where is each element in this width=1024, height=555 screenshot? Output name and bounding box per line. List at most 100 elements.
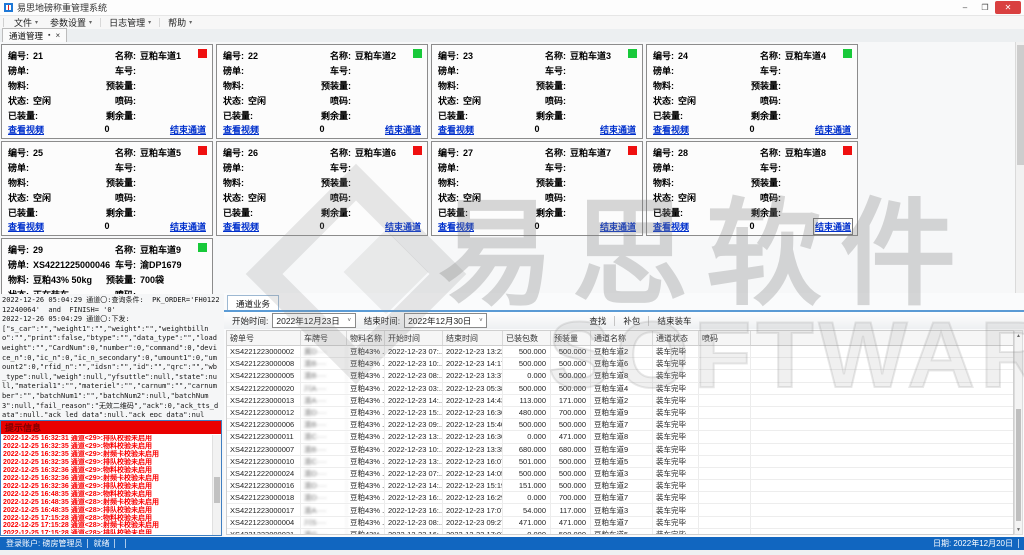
end-channel-link[interactable]: 结束通道	[815, 123, 851, 136]
table-row[interactable]: XS4221223000006渝B····豆粕43% ...2022-12-23…	[227, 419, 1013, 431]
column-header[interactable]: 结束时间	[443, 331, 503, 345]
table-row[interactable]: XS4221223000007渝B····豆粕43% ...2022-12-23…	[227, 444, 1013, 456]
column-header[interactable]: 通道状态	[653, 331, 699, 345]
table-row[interactable]: XS4221222000024渝D····豆粕43% ...2022-12-23…	[227, 468, 1013, 480]
pin-icon[interactable]: ▪	[48, 32, 50, 39]
column-header[interactable]: 车牌号	[301, 331, 347, 345]
table-cell: 2022-12-23 16:07...	[443, 456, 503, 467]
table-row[interactable]: XS4221223000008渝B····豆粕43% ...2022-12-23…	[227, 358, 1013, 370]
column-header[interactable]: 通道名称	[591, 331, 653, 345]
view-video-link[interactable]: 查看视频	[653, 220, 689, 233]
table-cell: 装车完毕	[653, 395, 699, 406]
card-field-row: 状态:空闲喷码:	[432, 94, 642, 108]
table-row[interactable]: XS4221223000005渝B····豆粕43% ...2022-12-23…	[227, 370, 1013, 382]
table-scrollbar[interactable]: ▲ ▼	[1014, 330, 1023, 535]
tab-channel-management[interactable]: 通道管理 ▪ ×	[2, 28, 67, 42]
table-cell: 500.000	[503, 468, 551, 479]
view-video-link[interactable]: 查看视频	[223, 220, 259, 233]
status-date: 日期: 2022年12月20日	[933, 538, 1013, 549]
toolbar-button-0[interactable]: 查找	[583, 315, 612, 327]
table-row[interactable]: XS4221223000010渝C····豆粕43% ...2022-12-23…	[227, 456, 1013, 468]
end-date-value: 2022年12月30日	[408, 315, 471, 327]
cards-scrollbar[interactable]	[1015, 42, 1024, 294]
minimize-button[interactable]: –	[955, 1, 975, 14]
end-channel-link[interactable]: 结束通道	[170, 220, 206, 233]
field-value: 豆粕车道4	[785, 49, 826, 62]
table-cell: XS4221223000012	[227, 407, 301, 418]
table-cell-filler	[751, 407, 1013, 418]
tab-channel-business[interactable]: 通道业务	[227, 295, 279, 311]
restore-button[interactable]: ❐	[975, 1, 995, 14]
table-cell: 豆粕43% ...	[347, 444, 385, 455]
table-cell-filler	[751, 529, 1013, 535]
field-label: 车号:	[217, 161, 351, 174]
alert-line: 2022-12-25 16:32:35 通道<29>:排队校验未启用	[3, 459, 212, 467]
table-cell: 豆粕43% ...	[347, 480, 385, 491]
card-field-row: 已装量:剩余量:	[217, 109, 427, 123]
field-label: 车号:	[647, 64, 781, 77]
table-row[interactable]: XS4221222000020川A····豆粕43% ...2022-12-23…	[227, 383, 1013, 395]
end-date-picker[interactable]: 2022年12月30日 ˅	[404, 313, 487, 328]
table-row[interactable]: XS4221223000004川S····豆粕43% ...2022-12-23…	[227, 517, 1013, 529]
menu-item-2[interactable]: 日志管理▾	[103, 16, 157, 29]
scroll-down-icon[interactable]: ▼	[1015, 525, 1022, 534]
field-label: 剩余量:	[217, 109, 351, 122]
table-cell: 装车完毕	[653, 419, 699, 430]
end-channel-link[interactable]: 结束通道	[815, 220, 851, 233]
table-row[interactable]: XS4221223000017渝A····豆粕43% ...2022-12-23…	[227, 504, 1013, 516]
alert-scrollbar[interactable]	[212, 435, 221, 535]
table-cell: 2022-12-23 08:...	[385, 370, 443, 381]
table-row[interactable]: XS4221223000011渝C····豆粕43% ...2022-12-23…	[227, 431, 1013, 443]
chevron-down-icon[interactable]: ˅	[344, 314, 355, 327]
column-header[interactable]: 开始时间	[385, 331, 443, 345]
channel-card-21: 编号:21名称:豆粕车道1磅单:车号:物料:预装量:状态:空闲喷码:已装量:剩余…	[1, 44, 213, 139]
table-row[interactable]: XS4221223000002冀D····豆粕43% ...2022-12-23…	[227, 346, 1013, 358]
app-icon	[4, 3, 13, 12]
table-row[interactable]: XS4221223000018渝D····豆粕43% ...2022-12-23…	[227, 492, 1013, 504]
column-header[interactable]: 物料名称	[347, 331, 385, 345]
scroll-up-icon[interactable]: ▲	[1015, 331, 1022, 340]
field-label: 车号:	[217, 64, 351, 77]
toolbar-button-2[interactable]: 结束装车	[651, 315, 697, 327]
alert-scrollbar-thumb[interactable]	[214, 477, 220, 503]
table-cell-filler	[751, 444, 1013, 455]
view-video-link[interactable]: 查看视频	[438, 220, 474, 233]
field-label: 名称:	[2, 49, 136, 62]
table-scrollbar-thumb[interactable]	[1016, 409, 1021, 521]
table-cell: 500.000	[503, 358, 551, 369]
column-header[interactable]: 预装量	[551, 331, 591, 345]
table-cell	[699, 383, 751, 394]
end-channel-link[interactable]: 结束通道	[600, 123, 636, 136]
table-row[interactable]: XS4221223000012渝D····豆粕43% ...2022-12-23…	[227, 407, 1013, 419]
view-video-link[interactable]: 查看视频	[653, 123, 689, 136]
view-video-link[interactable]: 查看视频	[8, 123, 44, 136]
toolbar-button-1[interactable]: 补包	[617, 315, 646, 327]
end-channel-link[interactable]: 结束通道	[385, 123, 421, 136]
column-header[interactable]: 喷码	[699, 331, 751, 345]
view-video-link[interactable]: 查看视频	[438, 123, 474, 136]
end-channel-link[interactable]: 结束通道	[600, 220, 636, 233]
table-cell: XS4221222000024	[227, 468, 301, 479]
tab-close-icon[interactable]: ×	[56, 31, 61, 40]
table-cell: 川A····	[301, 383, 347, 394]
end-channel-link[interactable]: 结束通道	[385, 220, 421, 233]
end-channel-link[interactable]: 结束通道	[170, 123, 206, 136]
toolbar-separator	[614, 316, 615, 326]
table-cell: 2022-12-23 16:29...	[443, 492, 503, 503]
table-cell: 171.000	[551, 395, 591, 406]
column-header[interactable]: 磅单号	[227, 331, 301, 345]
view-video-link[interactable]: 查看视频	[8, 220, 44, 233]
column-header[interactable]: 已装包数	[503, 331, 551, 345]
cards-scrollbar-thumb[interactable]	[1017, 45, 1024, 165]
card-field-row: 状态:空闲喷码:	[217, 94, 427, 108]
menu-item-3[interactable]: 帮助▾	[162, 16, 198, 29]
view-video-link[interactable]: 查看视频	[223, 123, 259, 136]
start-date-picker[interactable]: 2022年12月23日 ˅	[272, 313, 355, 328]
table-row[interactable]: XS4221223000021渝G····豆粕43% ...2022-12-23…	[227, 529, 1013, 535]
table-cell-filler	[751, 419, 1013, 430]
chevron-down-icon[interactable]: ˅	[475, 314, 486, 327]
field-label: 喷码:	[2, 288, 136, 294]
table-row[interactable]: XS4221223000016渝D····豆粕43% ...2022-12-23…	[227, 480, 1013, 492]
table-row[interactable]: XS4221223000013渝A····豆粕43% ...2022-12-23…	[227, 395, 1013, 407]
close-button[interactable]: ✕	[995, 1, 1021, 14]
